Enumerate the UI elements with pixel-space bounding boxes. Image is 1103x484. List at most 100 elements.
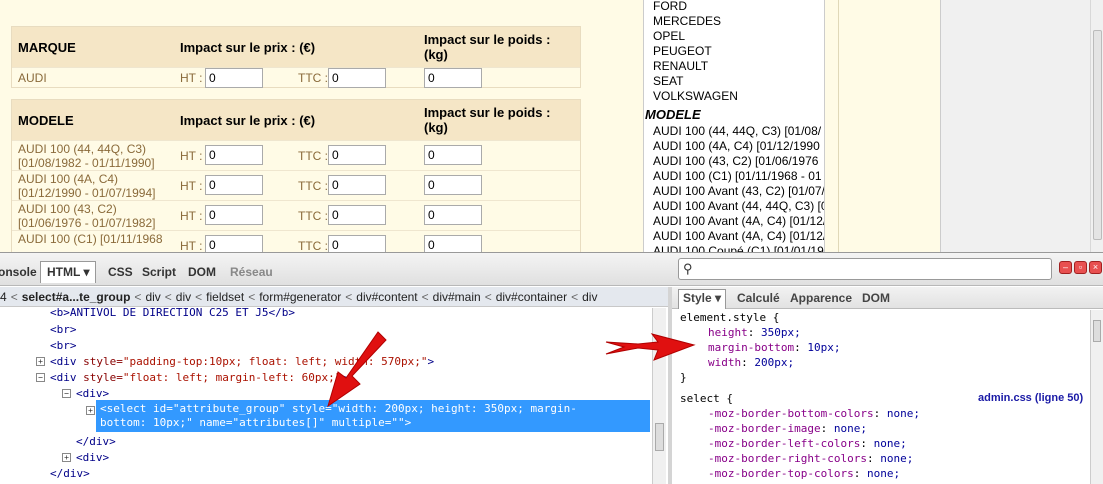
select-option[interactable]: AUDI 100 Avant (4A, C4) [01/12/ [653, 229, 824, 244]
html-node[interactable]: <br> [50, 339, 77, 353]
breadcrumb-item[interactable]: div [176, 290, 191, 304]
html-scrollbar-thumb[interactable] [655, 423, 664, 451]
select-option[interactable]: AUDI 100 Coupé (C1) [01/01/19 [653, 244, 824, 252]
css-selector[interactable]: select { [680, 391, 733, 406]
modele-table: MODELE Impact sur le prix : (€) Impact s… [11, 99, 581, 252]
breadcrumb-item[interactable]: form#generator [259, 290, 341, 304]
ht-label: HT : [180, 209, 203, 223]
css-declaration[interactable]: margin-bottom: 10px; [708, 340, 840, 355]
ttc-input[interactable] [328, 68, 386, 88]
select-option[interactable]: RENAULT [653, 59, 708, 74]
breadcrumb-item[interactable]: div#content [356, 290, 417, 304]
select-option[interactable]: AUDI 100 (43, C2) [01/06/1976 [653, 154, 818, 169]
ttc-input[interactable] [328, 205, 386, 225]
ht-input[interactable] [205, 235, 263, 252]
css-source-link[interactable]: admin.css (ligne 50) [978, 392, 1083, 404]
html-node[interactable]: </div> [50, 467, 90, 481]
css-scrollbar-thumb[interactable] [1093, 320, 1101, 342]
breadcrumb-item[interactable]: div [582, 290, 597, 304]
select-option[interactable]: OPEL [653, 29, 685, 44]
html-node[interactable]: <div> [76, 387, 109, 401]
css-declaration[interactable]: -moz-border-left-colors: none; [708, 436, 907, 451]
ttc-input[interactable] [328, 145, 386, 165]
page-scrollbar[interactable] [1090, 0, 1103, 252]
ht-input[interactable] [205, 175, 263, 195]
tab-style[interactable]: Style ▾ [678, 289, 727, 309]
select-option[interactable]: VOLKSWAGEN [653, 89, 738, 104]
select-option[interactable]: FORD [653, 0, 687, 14]
breadcrumb-separator: < [345, 290, 353, 304]
expand-icon[interactable]: + [86, 406, 95, 415]
table-row: AUDI 100 (43, C2) [01/06/1976 - 01/07/19… [12, 200, 580, 230]
select-option[interactable]: PEUGEOT [653, 44, 712, 59]
css-property: -moz-border-left-colors [708, 437, 861, 450]
collapse-icon[interactable]: − [36, 373, 45, 382]
attribute-group-select[interactable]: FORD MERCEDES OPEL PEUGEOT RENAULT SEAT … [643, 0, 825, 252]
tab-reseau[interactable]: Réseau [230, 262, 273, 282]
select-option[interactable]: AUDI 100 Avant (43, C2) [01/07/ [653, 184, 824, 199]
breadcrumb: 4 < select#a...te_group < div < div < fieldset < f… [0, 287, 668, 307]
css-declaration[interactable]: -moz-border-right-colors: none; [708, 451, 913, 466]
breadcrumb-item[interactable]: div#main [433, 290, 481, 304]
ttc-input[interactable] [328, 235, 386, 252]
css-declaration[interactable]: width: 200px; [708, 355, 794, 370]
ht-label: HT : [180, 149, 203, 163]
css-selector[interactable]: element.style { [680, 310, 779, 325]
breadcrumb-item[interactable]: div#container [496, 290, 567, 304]
expand-icon[interactable]: + [36, 357, 45, 366]
breadcrumb-current[interactable]: select#a...te_group [22, 290, 131, 304]
minimize-icon[interactable]: – [1059, 261, 1072, 274]
html-node[interactable]: <div style="float: left; margin-left: 60… [50, 371, 348, 385]
css-declaration[interactable]: height: 350px; [708, 325, 801, 340]
header-impact-poids: Impact sur le poids : [424, 105, 551, 120]
tab-console[interactable]: onsole [0, 262, 37, 282]
row-name: AUDI 100 (44, 44Q, C3) [18, 142, 147, 156]
row-name: AUDI [18, 71, 47, 85]
html-node[interactable]: <br> [50, 323, 77, 337]
ht-input[interactable] [205, 145, 263, 165]
tab-dom[interactable]: DOM [188, 262, 216, 282]
row-dates: [01/08/1982 - 01/11/1990] [18, 156, 155, 170]
breadcrumb-item[interactable]: fieldset [206, 290, 244, 304]
poids-input[interactable] [424, 205, 482, 225]
html-node[interactable]: <b>ANTIVOL DE DIRECTION C25 ET J5</b> [50, 308, 295, 320]
css-declaration[interactable]: -moz-border-bottom-colors: none; [708, 406, 920, 421]
select-option[interactable]: AUDI 100 (C1) [01/11/1968 - 01 [653, 169, 822, 184]
html-node[interactable]: <div> [76, 451, 109, 465]
css-scrollbar[interactable] [1090, 310, 1103, 484]
css-declaration[interactable]: -moz-border-top-colors: none; [708, 466, 900, 481]
expand-icon[interactable]: + [62, 453, 71, 462]
poids-input[interactable] [424, 68, 482, 88]
ht-input[interactable] [205, 68, 263, 88]
page-scrollbar-thumb[interactable] [1093, 30, 1102, 240]
select-option[interactable]: AUDI 100 Avant (4A, C4) [01/12/ [653, 214, 824, 229]
poids-input[interactable] [424, 175, 482, 195]
header-impact-poids-unit: (kg) [424, 47, 448, 62]
tab-html[interactable]: HTML ▾ [40, 261, 97, 283]
detach-icon[interactable]: ▫ [1074, 261, 1087, 274]
select-option[interactable]: AUDI 100 Avant (44, 44Q, C3) [0 [653, 199, 824, 214]
tab-dom[interactable]: DOM [862, 290, 890, 306]
collapse-icon[interactable]: − [62, 389, 71, 398]
poids-input[interactable] [424, 235, 482, 252]
row-name: AUDI 100 (C1) [01/11/1968 [18, 232, 163, 246]
ht-input[interactable] [205, 205, 263, 225]
css-property: height [708, 326, 748, 339]
poids-input[interactable] [424, 145, 482, 165]
select-option[interactable]: SEAT [653, 74, 683, 89]
tab-calcule[interactable]: Calculé [737, 290, 780, 306]
ttc-input[interactable] [328, 175, 386, 195]
css-declaration[interactable]: -moz-border-image: none; [708, 421, 867, 436]
tab-script[interactable]: Script [142, 262, 176, 282]
tab-apparence[interactable]: Apparence [790, 290, 852, 306]
select-option[interactable]: AUDI 100 (44, 44Q, C3) [01/08/ [653, 124, 821, 139]
breadcrumb-item[interactable]: div [145, 290, 160, 304]
tab-css[interactable]: CSS [108, 262, 133, 282]
select-option[interactable]: MERCEDES [653, 14, 721, 29]
tab-style-label: Style [683, 291, 712, 305]
close-icon[interactable]: × [1089, 261, 1102, 274]
search-box[interactable]: ⚲ [678, 258, 1052, 280]
search-input[interactable] [699, 261, 1047, 277]
select-option[interactable]: AUDI 100 (4A, C4) [01/12/1990 [653, 139, 820, 154]
html-node[interactable]: </div> [76, 435, 116, 449]
